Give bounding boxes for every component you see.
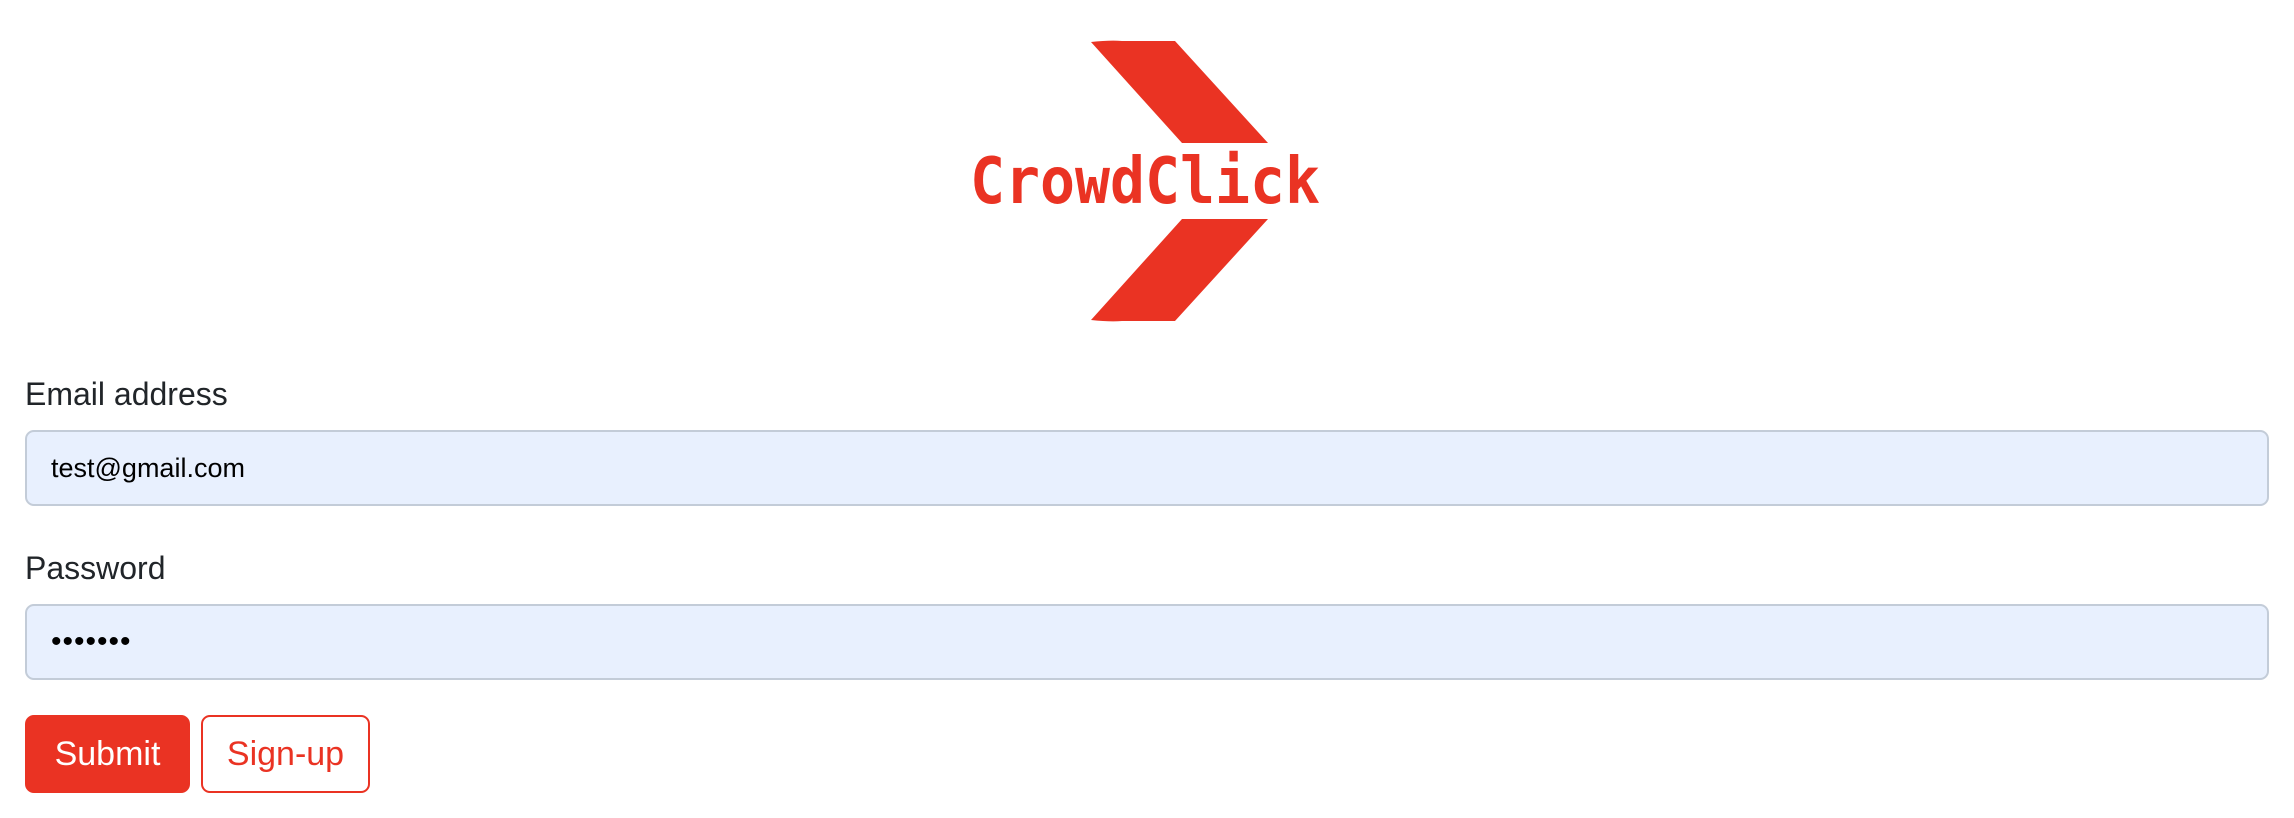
password-label: Password: [25, 550, 166, 586]
login-form: Email address test@gmail.com Password ••…: [25, 372, 2269, 793]
email-label: Email address: [25, 376, 228, 412]
email-field[interactable]: test@gmail.com: [25, 430, 2269, 506]
logo-graphic: CrowdClick: [970, 40, 1320, 322]
submit-button[interactable]: Submit: [25, 715, 190, 793]
password-field-value: •••••••: [51, 625, 132, 658]
crowdclick-logo: CrowdClick: [970, 40, 1320, 322]
logo-chevron-bottom: [1091, 219, 1268, 322]
password-field[interactable]: •••••••: [25, 604, 2269, 680]
logo-text: CrowdClick: [970, 145, 1320, 219]
signup-button[interactable]: Sign-up: [201, 715, 370, 793]
logo-chevron-top: [1091, 40, 1268, 143]
email-field-value: test@gmail.com: [51, 452, 245, 483]
form-actions: Submit Sign-up: [25, 715, 2269, 793]
